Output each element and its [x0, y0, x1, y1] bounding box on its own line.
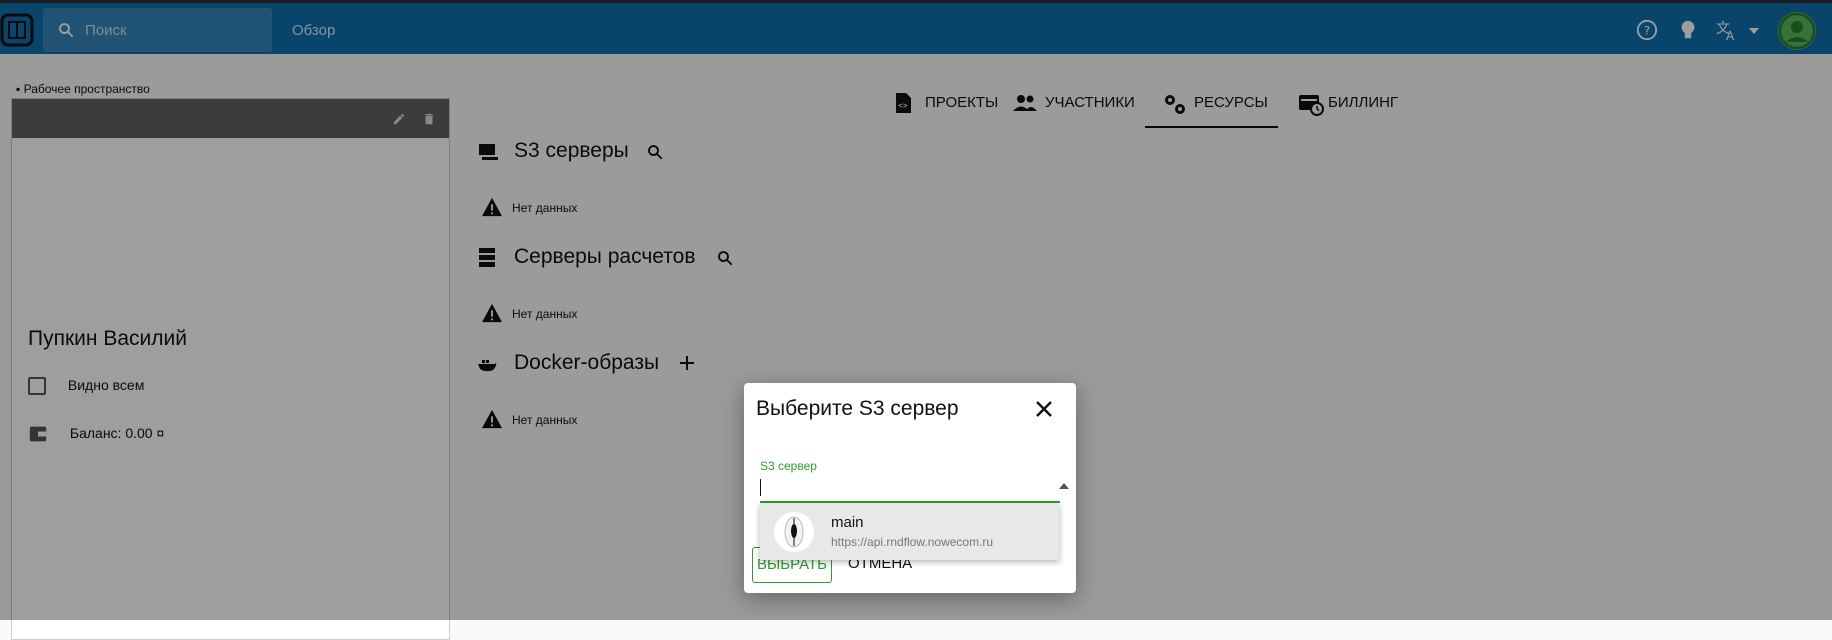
select-s3-dialog: Выберите S3 сервер S3 сервер ВЫБРАТЬ ОТМ… [744, 383, 1076, 593]
option-url: https://api.rndflow.nowecom.ru [831, 535, 994, 549]
s3-server-field-label: S3 сервер [760, 459, 817, 473]
s3-server-select[interactable] [760, 475, 1069, 503]
dropdown-arrow-icon[interactable] [1059, 483, 1069, 489]
dialog-title: Выберите S3 сервер [756, 397, 959, 420]
s3-server-option[interactable]: main https://api.rndflow.nowecom.ru [760, 503, 1059, 560]
option-name: main [831, 514, 864, 531]
text-caret [760, 479, 761, 496]
server-avatar [774, 512, 814, 552]
close-icon[interactable] [1032, 397, 1056, 421]
